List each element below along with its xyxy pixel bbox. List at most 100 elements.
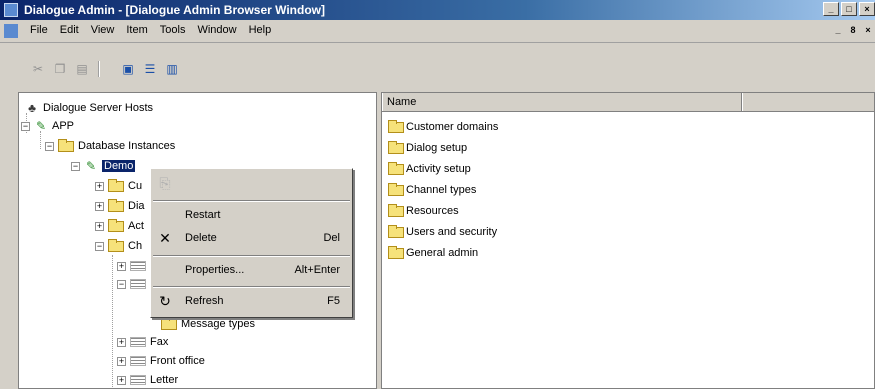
collapse-toggle[interactable]: − [95,241,104,251]
expand-toggle[interactable]: + [95,201,104,211]
expand-toggle[interactable]: + [117,261,126,271]
menu-tools[interactable]: Tools [154,24,192,36]
tree-node-app[interactable]: − ✎ APP [21,117,74,135]
expand-toggle[interactable]: + [95,221,104,231]
expand-toggle[interactable]: + [117,356,126,366]
tree-node-channel-1[interactable]: + [117,257,150,275]
folder-icon [388,140,404,154]
list-item-label: Activity setup [406,163,471,175]
column-header-empty[interactable] [742,93,874,111]
folder-icon [388,119,404,133]
context-menu: ⎘ Restart ✕ Delete Del Properties... Alt… [150,168,353,318]
menu-item-disabled[interactable]: ⎘ [151,173,352,193]
list-item[interactable]: General admin [388,243,478,263]
menu-item[interactable]: Item [120,24,153,36]
tree-node-database-instances[interactable]: − Database Instances [45,137,175,155]
tree-node-customer-domains[interactable]: + Cu [95,177,142,195]
collapse-toggle[interactable]: − [117,279,126,289]
folder-icon [108,218,124,232]
list-item[interactable]: Activity setup [388,159,471,179]
collapse-toggle[interactable]: − [21,121,30,131]
server-icon: ♣ [28,101,36,115]
collapse-toggle[interactable]: − [45,141,54,151]
host-icon: ✎ [35,119,47,133]
list-item-label: Channel types [406,184,477,196]
tree-node-activity-setup[interactable]: + Act [95,217,144,235]
list-icon[interactable]: ☰ [142,61,158,77]
menu-bar: File Edit View Item Tools Window Help _ … [0,20,875,43]
tree-label-selected: Demo [102,160,136,172]
expand-toggle[interactable]: + [117,375,126,385]
menu-help[interactable]: Help [243,24,278,36]
new-icon: ⎘ [159,174,171,191]
tree-label: Message types [181,318,255,330]
tree-node-channel-2[interactable]: − [117,275,150,293]
list-item[interactable]: Channel types [388,180,476,200]
list-item[interactable]: Resources [388,201,459,221]
folder-icon [108,238,124,252]
expand-toggle[interactable]: + [95,181,104,191]
channel-icon [130,356,146,366]
page-icon[interactable]: ▣ [120,61,136,77]
channel-icon [130,375,146,385]
window-title: Dialogue Admin - [Dialogue Admin Browser… [24,3,326,17]
toolbar: ✂ ❐ ▤ ▣ ☰ ▥ [0,43,875,90]
tree-node-channel-types[interactable]: − Ch [95,237,142,255]
tree-node-demo[interactable]: − ✎ Demo [71,157,136,175]
list-header: Name [382,93,874,112]
tree-label: APP [52,120,75,132]
menu-edit[interactable]: Edit [54,24,85,36]
channel-icon [130,279,146,289]
tree-node-letter[interactable]: + Letter [117,371,179,388]
tree-label: Database Instances [78,140,176,152]
menu-item-properties[interactable]: Properties... Alt+Enter [151,260,352,280]
refresh-icon: ↻ [159,292,171,309]
menu-item-refresh[interactable]: ↻ Refresh F5 [151,291,352,311]
database-icon: ✎ [85,159,97,173]
tree-node-server-hosts[interactable]: ♣ Dialogue Server Hosts [25,99,153,117]
copy-icon[interactable]: ❐ [52,61,68,77]
menu-file[interactable]: File [24,24,54,36]
list-item-label: General admin [406,247,479,259]
document-icon[interactable] [4,24,18,38]
list-item-label: Users and security [406,226,498,238]
menu-view[interactable]: View [85,24,121,36]
tree-node-dialog-setup[interactable]: + Dia [95,197,145,215]
folder-icon [388,161,404,175]
collapse-toggle[interactable]: − [71,161,80,171]
list-item[interactable]: Customer domains [388,117,498,137]
cut-icon[interactable]: ✂ [30,61,46,77]
folder-icon [108,178,124,192]
tree-label: Dialogue Server Hosts [43,102,154,114]
tree-node-front-office[interactable]: + Front office [117,352,205,370]
tree-label: Front office [150,355,205,367]
doc-minimize-button[interactable]: _ [831,24,845,37]
list-item[interactable]: Dialog setup [388,138,467,158]
maximize-button[interactable]: □ [841,2,857,16]
details-icon[interactable]: ▥ [164,61,180,77]
paste-icon[interactable]: ▤ [74,61,90,77]
folder-icon [388,182,404,196]
tree-label: Ch [128,240,143,252]
delete-icon: ✕ [159,229,171,246]
tree-node-fax[interactable]: + Fax [117,333,168,351]
doc-close-button[interactable]: × [861,24,875,37]
folder-icon [388,224,404,238]
menu-item-delete[interactable]: ✕ Delete Del [151,228,352,248]
menu-item-restart[interactable]: Restart [151,205,352,225]
tree-label: Letter [150,374,179,386]
close-button[interactable]: × [859,2,875,16]
menu-separator [153,255,350,257]
title-bar: Dialogue Admin - [Dialogue Admin Browser… [0,0,875,20]
menu-separator [153,200,350,202]
minimize-button[interactable]: _ [823,2,839,16]
list-item-label: Dialog setup [406,142,468,154]
list-item[interactable]: Users and security [388,222,497,242]
window-controls: _ □ × [823,2,875,16]
expand-toggle[interactable]: + [117,337,126,347]
channel-icon [130,337,146,347]
column-header-name[interactable]: Name [382,93,742,111]
tree-label: Act [128,220,144,232]
menu-window[interactable]: Window [191,24,242,36]
doc-restore-button[interactable]: 8 [846,24,860,37]
